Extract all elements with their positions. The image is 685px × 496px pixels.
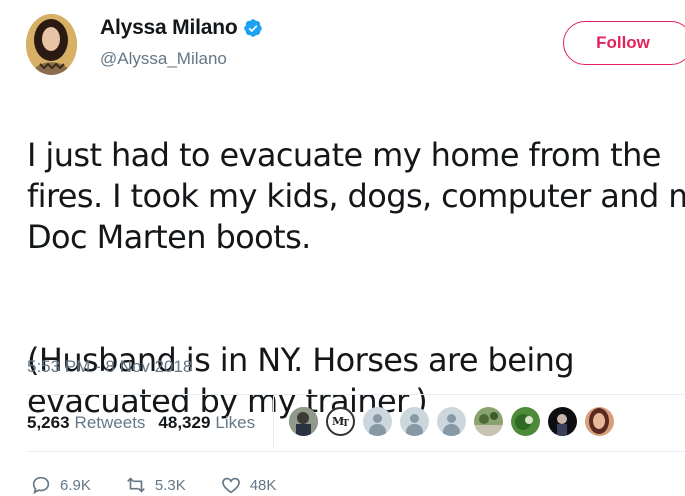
retweets-count: 5,263 — [27, 413, 70, 432]
liker-avatar[interactable] — [548, 407, 577, 436]
author-handle[interactable]: @Alyssa_Milano — [100, 49, 227, 69]
follow-button[interactable]: Follow — [563, 21, 685, 65]
author-display-name[interactable]: Alyssa Milano — [100, 16, 238, 40]
heart-icon — [221, 477, 240, 494]
liker-avatar[interactable] — [289, 407, 318, 436]
verified-badge-icon — [244, 19, 263, 37]
liker-avatar[interactable] — [474, 407, 503, 436]
retweet-count: 5.3K — [154, 476, 186, 494]
divider-bottom — [27, 451, 685, 452]
author-avatar[interactable] — [26, 14, 77, 75]
likes-count: 48,329 — [158, 413, 211, 432]
liker-avatar[interactable] — [437, 407, 466, 436]
liker-avatar[interactable]: MT — [326, 407, 355, 436]
like-count: 48K — [249, 476, 277, 494]
reply-button[interactable]: 6.9K — [30, 474, 91, 496]
action-bar: 6.9K 5.3K 48K — [30, 474, 310, 496]
retweet-button[interactable]: 5.3K — [125, 474, 186, 496]
tweet-paragraph-1: I just had to evacuate my home from the … — [27, 136, 685, 256]
retweet-icon — [127, 477, 145, 493]
tweet-timestamp[interactable]: 5:53 PM - 8 Nov 2018 — [27, 357, 192, 377]
liker-avatar[interactable] — [511, 407, 540, 436]
author-name-row: Alyssa Milano — [100, 16, 263, 40]
retweets-label: Retweets — [74, 413, 146, 432]
reply-icon — [32, 476, 50, 494]
retweets-stat[interactable]: 5,263 Retweets — [27, 413, 145, 433]
likes-label: Likes — [215, 413, 256, 432]
liker-avatar[interactable] — [363, 407, 392, 436]
engagement-stats: 5,263 Retweets 48,329 Likes — [27, 413, 255, 433]
likes-stat[interactable]: 48,329 Likes — [158, 413, 255, 433]
stats-separator — [273, 396, 274, 448]
liker-avatar[interactable] — [585, 407, 614, 436]
liker-avatar[interactable] — [400, 407, 429, 436]
reply-count: 6.9K — [60, 476, 91, 494]
liker-avatars: MT — [289, 407, 622, 436]
like-button[interactable]: 48K — [220, 474, 277, 496]
divider-top — [27, 394, 685, 395]
